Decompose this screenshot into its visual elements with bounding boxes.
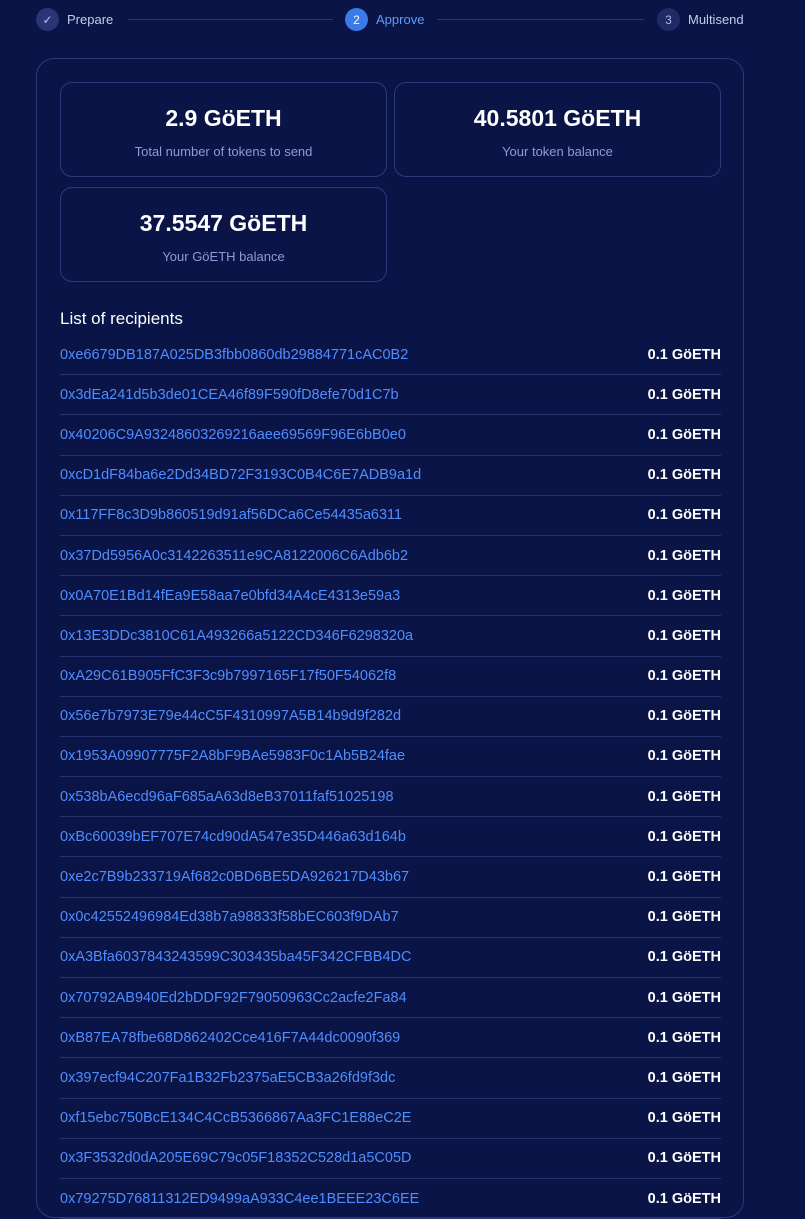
recipient-address-link[interactable]: 0x1953A09907775F2A8bF9BAe5983F0c1Ab5B24f… — [60, 748, 405, 764]
list-item: 0x37Dd5956A0c3142263511e9CA8122006C6Adb6… — [60, 536, 721, 577]
recipient-amount: 0.1 GöETH — [647, 467, 721, 484]
check-icon: ✓ — [36, 8, 59, 31]
recipient-address-link[interactable]: 0x117FF8c3D9b860519d91af56DCa6Ce54435a63… — [60, 507, 402, 523]
recipient-amount: 0.1 GöETH — [647, 1069, 721, 1086]
recipient-amount: 0.1 GöETH — [647, 1190, 721, 1207]
recipient-amount: 0.1 GöETH — [647, 909, 721, 926]
recipient-amount: 0.1 GöETH — [647, 869, 721, 886]
stepper: ✓ Prepare 2 Approve 3 Multisend — [0, 0, 805, 40]
recipient-address-link[interactable]: 0x40206C9A93248603269216aee69569F96E6bB0… — [60, 427, 406, 443]
recipient-amount: 0.1 GöETH — [647, 426, 721, 443]
recipient-amount: 0.1 GöETH — [647, 507, 721, 524]
recipient-address-link[interactable]: 0x3dEa241d5b3de01CEA46f89F590fD8efe70d1C… — [60, 387, 399, 403]
list-item: 0x70792AB940Ed2bDDF92F79050963Cc2acfe2Fa… — [60, 978, 721, 1019]
recipient-amount: 0.1 GöETH — [647, 587, 721, 604]
step-connector — [437, 19, 644, 20]
list-item: 0x117FF8c3D9b860519d91af56DCa6Ce54435a63… — [60, 496, 721, 536]
list-item: 0x79275D76811312ED9499aA933C4ee1BEEE23C6… — [60, 1179, 721, 1219]
recipients-title: List of recipients — [60, 309, 183, 328]
recipient-address-link[interactable]: 0x397ecf94C207Fa1B32Fb2375aE5CB3a26fd9f3… — [60, 1070, 395, 1086]
recipient-amount: 0.1 GöETH — [647, 1029, 721, 1046]
token-balance-stat: 40.5801 GöETH Your token balance — [394, 82, 721, 177]
list-item: 0x13E3DDc3810C61A493266a5122CD346F629832… — [60, 616, 721, 657]
recipient-amount: 0.1 GöETH — [647, 386, 721, 403]
step-label: Multisend — [688, 12, 744, 27]
step-label: Prepare — [67, 12, 114, 27]
total-tokens-stat: 2.9 GöETH Total number of tokens to send — [60, 82, 387, 177]
recipient-amount: 0.1 GöETH — [647, 708, 721, 725]
recipient-amount: 0.1 GöETH — [647, 949, 721, 966]
recipient-address-link[interactable]: 0xf15ebc750BcE134C4CcB5366867Aa3FC1E88eC… — [60, 1110, 411, 1126]
recipient-address-link[interactable]: 0x70792AB940Ed2bDDF92F79050963Cc2acfe2Fa… — [60, 990, 407, 1006]
step-multisend[interactable]: 3 Multisend — [657, 8, 744, 31]
stat-label: Your GöETH balance — [162, 248, 285, 264]
recipient-address-link[interactable]: 0x37Dd5956A0c3142263511e9CA8122006C6Adb6… — [60, 548, 408, 564]
step-number: 2 — [345, 8, 368, 31]
recipient-address-link[interactable]: 0xA29C61B905FfC3F3c9b7997165F17f50F54062… — [60, 668, 396, 684]
list-item: 0x3F3532d0dA205E69C79c05F18352C528d1a5C0… — [60, 1139, 721, 1179]
list-item: 0x397ecf94C207Fa1B32Fb2375aE5CB3a26fd9f3… — [60, 1058, 721, 1099]
recipient-amount: 0.1 GöETH — [647, 748, 721, 765]
stat-value: 40.5801 GöETH — [473, 104, 642, 131]
list-item: 0x1953A09907775F2A8bF9BAe5983F0c1Ab5B24f… — [60, 737, 721, 778]
stat-value: 2.9 GöETH — [165, 104, 282, 131]
list-item: 0x56e7b7973E79e44cC5F4310997A5B14b9d9f28… — [60, 697, 721, 737]
stat-value: 37.5547 GöETH — [139, 209, 308, 236]
step-number: 3 — [657, 8, 680, 31]
recipient-amount: 0.1 GöETH — [647, 668, 721, 685]
recipient-address-link[interactable]: 0x13E3DDc3810C61A493266a5122CD346F629832… — [60, 628, 413, 644]
recipient-amount: 0.1 GöETH — [647, 828, 721, 845]
step-label: Approve — [376, 12, 425, 27]
list-item: 0xcD1dF84ba6e2Dd34BD72F3193C0B4C6E7ADB9a… — [60, 456, 721, 496]
recipient-amount: 0.1 GöETH — [647, 1150, 721, 1167]
list-item: 0x0c42552496984Ed38b7a98833f58bEC603f9DA… — [60, 898, 721, 938]
list-item: 0xf15ebc750BcE134C4CcB5366867Aa3FC1E88eC… — [60, 1099, 721, 1139]
recipient-amount: 0.1 GöETH — [647, 547, 721, 564]
recipient-amount: 0.1 GöETH — [647, 788, 721, 805]
recipient-address-link[interactable]: 0x0A70E1Bd14fEa9E58aa7e0bfd34A4cE4313e59… — [60, 588, 400, 604]
stat-label: Your token balance — [502, 143, 613, 159]
recipient-address-link[interactable]: 0xe6679DB187A025DB3fbb0860db29884771cAC0… — [60, 347, 408, 363]
list-item: 0x0A70E1Bd14fEa9E58aa7e0bfd34A4cE4313e59… — [60, 576, 721, 617]
recipient-address-link[interactable]: 0x538bA6ecd96aF685aA63d8eB37011faf510251… — [60, 789, 394, 805]
recipient-address-link[interactable]: 0x3F3532d0dA205E69C79c05F18352C528d1a5C0… — [60, 1150, 412, 1166]
list-item: 0xe6679DB187A025DB3fbb0860db29884771cAC0… — [60, 335, 721, 376]
recipient-address-link[interactable]: 0xA3Bfa6037843243599C303435ba45F342CFBB4… — [60, 949, 412, 965]
step-prepare[interactable]: ✓ Prepare — [36, 8, 113, 31]
recipient-amount: 0.1 GöETH — [647, 627, 721, 644]
recipient-address-link[interactable]: 0xcD1dF84ba6e2Dd34BD72F3193C0B4C6E7ADB9a… — [60, 467, 421, 483]
step-connector — [128, 19, 333, 20]
step-approve[interactable]: 2 Approve — [345, 8, 424, 31]
recipient-amount: 0.1 GöETH — [647, 1110, 721, 1127]
eth-balance-stat: 37.5547 GöETH Your GöETH balance — [60, 187, 387, 282]
recipient-address-link[interactable]: 0xe2c7B9b233719Af682c0BD6BE5DA926217D43b… — [60, 869, 409, 885]
recipient-address-link[interactable]: 0xB87EA78fbe68D862402Cce416F7A44dc0090f3… — [60, 1030, 400, 1046]
list-item: 0xBc60039bEF707E74cd90dA547e35D446a63d16… — [60, 817, 721, 858]
list-item: 0xA3Bfa6037843243599C303435ba45F342CFBB4… — [60, 938, 721, 978]
recipient-address-link[interactable]: 0x0c42552496984Ed38b7a98833f58bEC603f9DA… — [60, 909, 399, 925]
list-item: 0xe2c7B9b233719Af682c0BD6BE5DA926217D43b… — [60, 857, 721, 898]
list-item: 0x40206C9A93248603269216aee69569F96E6bB0… — [60, 415, 721, 456]
list-item: 0x3dEa241d5b3de01CEA46f89F590fD8efe70d1C… — [60, 375, 721, 416]
recipient-address-link[interactable]: 0x56e7b7973E79e44cC5F4310997A5B14b9d9f28… — [60, 708, 401, 724]
recipient-amount: 0.1 GöETH — [647, 346, 721, 363]
recipients-list: 0xe6679DB187A025DB3fbb0860db29884771cAC0… — [60, 335, 721, 1219]
recipient-address-link[interactable]: 0x79275D76811312ED9499aA933C4ee1BEEE23C6… — [60, 1191, 419, 1207]
list-item: 0xB87EA78fbe68D862402Cce416F7A44dc0090f3… — [60, 1018, 721, 1059]
list-item: 0xA29C61B905FfC3F3c9b7997165F17f50F54062… — [60, 657, 721, 697]
list-item: 0x538bA6ecd96aF685aA63d8eB37011faf510251… — [60, 777, 721, 818]
stat-label: Total number of tokens to send — [134, 143, 313, 159]
recipient-address-link[interactable]: 0xBc60039bEF707E74cd90dA547e35D446a63d16… — [60, 829, 406, 845]
recipient-amount: 0.1 GöETH — [647, 989, 721, 1006]
approve-card: 2.9 GöETH Total number of tokens to send… — [36, 58, 744, 1219]
